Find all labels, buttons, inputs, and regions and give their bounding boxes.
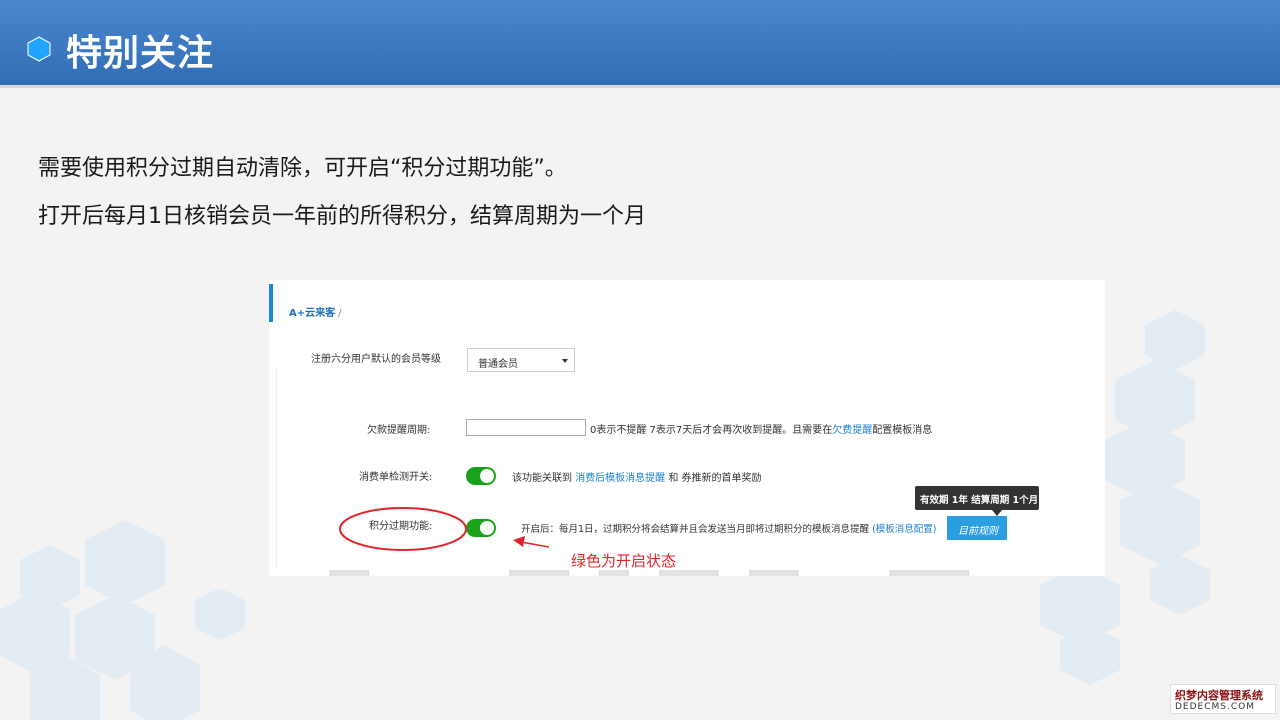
- breadcrumb: A+云来客 /: [289, 304, 342, 319]
- points-expiry-desc: 开启后：每月1日，过期积分将会结算并且会发送当月即将过期积分的模板消息提醒 (模…: [521, 524, 937, 535]
- slide-header: 特别关注: [0, 0, 1280, 88]
- breadcrumb-home-link[interactable]: A+云来客: [289, 308, 335, 319]
- annotation-label: 绿色为开启状态: [571, 552, 677, 570]
- consumption-check-toggle[interactable]: [466, 467, 496, 485]
- reminder-period-input[interactable]: [466, 419, 586, 436]
- default-level-select[interactable]: 普通会员: [467, 348, 575, 372]
- arrow-head-icon: [513, 536, 525, 547]
- watermark-line-1: 织梦内容管理系统: [1175, 689, 1263, 702]
- hexagon-icon: [27, 36, 51, 62]
- slide-title: 特别关注: [66, 33, 215, 74]
- current-rule-button[interactable]: 目前规则: [947, 516, 1007, 540]
- consumption-check-label: 消费单检测开关:: [359, 472, 433, 483]
- chevron-down-icon: [562, 359, 568, 363]
- default-level-label: 注册六分用户默认的会员等级: [311, 354, 441, 365]
- breadcrumb-separator: /: [338, 308, 342, 319]
- template-message-config-link[interactable]: (模板消息配置): [872, 524, 936, 535]
- watermark-logo: 织梦内容管理系统 DEDECMS.COM: [1170, 684, 1276, 714]
- intro-line-2: 打开后每月1日核销会员一年前的所得积分，结算周期为一个月: [38, 204, 646, 229]
- settings-panel: A+云来客 / 注册六分用户默认的会员等级 普通会员 欠款提醒周期: 0表示不提醒…: [269, 280, 1105, 576]
- points-expiry-toggle[interactable]: [466, 519, 496, 537]
- toggle-knob: [480, 521, 494, 535]
- reminder-period-desc: 0表示不提醒 7表示7天后才会再次收到提醒。且需要在欠费提醒配置模板消息: [590, 425, 933, 436]
- reminder-period-label: 欠款提醒周期:: [367, 425, 431, 436]
- intro-line-1: 需要使用积分过期自动清除，可开启“积分过期功能”。: [38, 156, 567, 181]
- panel-accent-bar: [269, 284, 273, 322]
- annotation-arrow-line: [520, 541, 550, 548]
- rule-tooltip: 有效期 1年 结算周期 1个月: [915, 486, 1039, 510]
- points-expiry-label: 积分过期功能:: [369, 521, 433, 532]
- cut-off-row: [329, 570, 1029, 576]
- default-level-value: 普通会员: [478, 359, 518, 370]
- watermark-line-2: DEDECMS.COM: [1175, 702, 1255, 712]
- toggle-knob: [480, 469, 494, 483]
- panel-divider: [269, 368, 277, 568]
- consumption-check-desc: 该功能关联到 消费后模板消息提醒 和 券推新的首单奖励: [512, 473, 762, 484]
- arrears-reminder-link[interactable]: 欠费提醒: [832, 425, 872, 436]
- post-consumption-template-link[interactable]: 消费后模板消息提醒: [575, 473, 665, 484]
